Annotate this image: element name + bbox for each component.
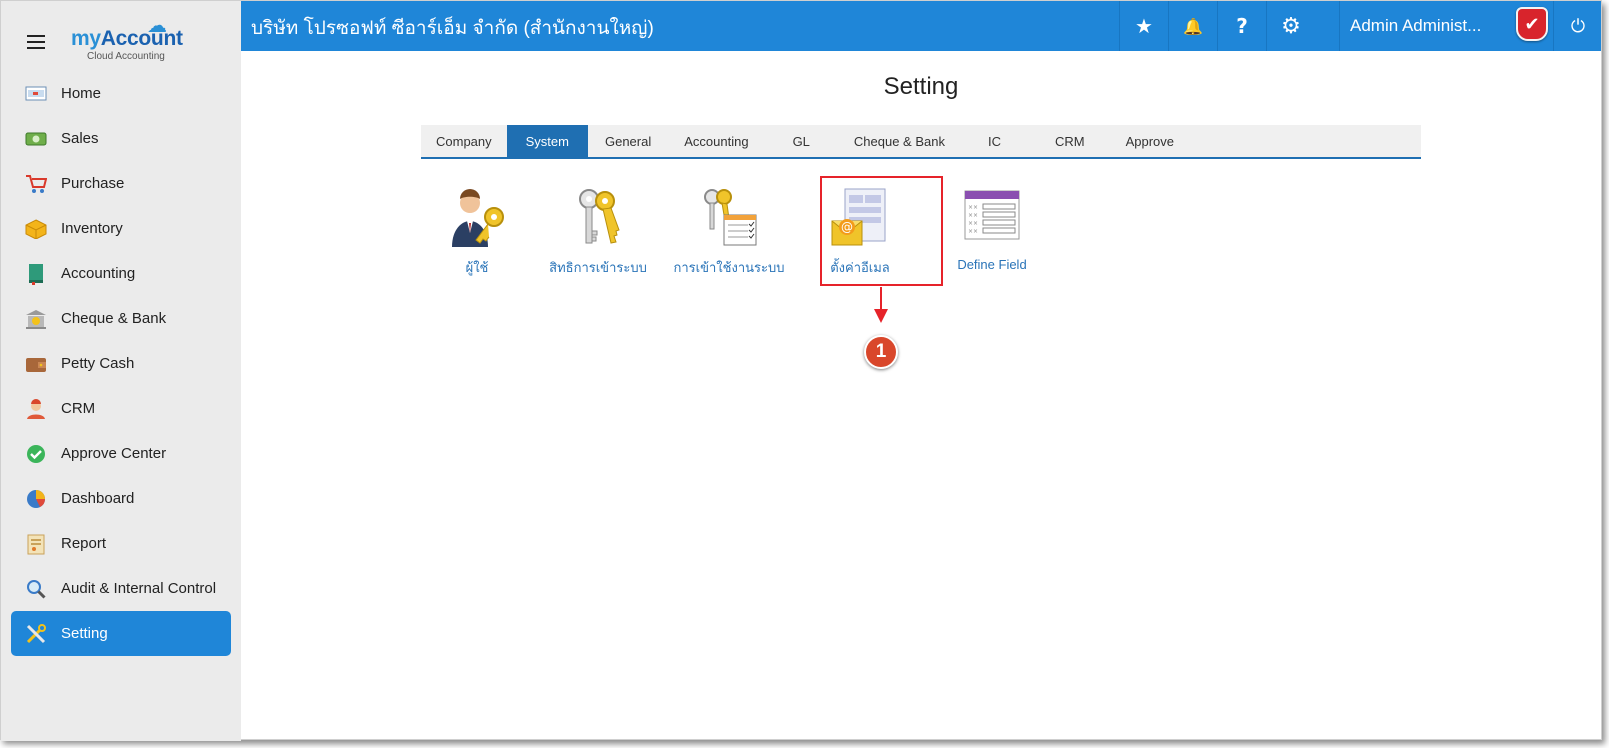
crm-icon — [25, 398, 47, 420]
brand-area: ☁ myAccount Cloud Accounting — [1, 1, 241, 71]
page-title: Setting — [883, 73, 959, 100]
logo-text: myAccount — [71, 27, 183, 50]
keys-checklist-icon — [698, 187, 760, 249]
svg-text:××: ×× — [968, 204, 978, 211]
wallet-icon — [25, 353, 47, 375]
sidebar-item-approve-center[interactable]: Approve Center — [11, 431, 231, 476]
pie-chart-icon — [25, 488, 47, 510]
notifications-button[interactable]: 🔔 — [1168, 1, 1217, 51]
highlight-box — [820, 176, 943, 286]
favorites-button[interactable]: ★ — [1119, 1, 1168, 51]
gear-icon: ⚙ — [1281, 13, 1301, 39]
main-content: Setting Company System General Accountin… — [241, 51, 1601, 739]
tab-gl[interactable]: GL — [765, 125, 838, 157]
sidebar-item-home[interactable]: Home — [11, 71, 231, 116]
cart-icon — [25, 173, 47, 195]
setting-item-users[interactable]: ผู้ใช้ — [412, 177, 542, 278]
svg-text:××: ×× — [968, 220, 978, 227]
sidebar-item-sales[interactable]: Sales — [11, 116, 231, 161]
sidebar-item-inventory[interactable]: Inventory — [11, 206, 231, 251]
company-name[interactable]: บริษัท โปรซอฟท์ ซีอาร์เอ็ม จำกัด (สำนักง… — [251, 13, 654, 43]
magnifier-icon — [25, 578, 47, 600]
power-icon: ⏻ — [1570, 15, 1586, 37]
tab-system[interactable]: System — [506, 125, 588, 157]
help-icon: ? — [1236, 14, 1248, 38]
check-circle-icon — [25, 443, 47, 465]
setting-item-system-access[interactable]: การเข้าใช้งานระบบ — [664, 177, 794, 278]
sidebar-item-audit[interactable]: Audit & Internal Control — [11, 566, 231, 611]
help-button[interactable]: ? — [1217, 1, 1266, 51]
setting-item-access-rights[interactable]: สิทธิการเข้าระบบ — [533, 177, 663, 278]
user-name: Admin Administ... — [1350, 16, 1482, 35]
user-menu[interactable]: Admin Administ... — [1339, 1, 1501, 51]
keys-icon — [567, 187, 629, 249]
sidebar: ☁ myAccount Cloud Accounting Home Sales … — [1, 1, 241, 741]
user-key-icon — [446, 187, 508, 249]
sidebar-item-crm[interactable]: CRM — [11, 386, 231, 431]
sidebar-item-purchase[interactable]: Purchase — [11, 161, 231, 206]
sidebar-item-accounting[interactable]: Accounting — [11, 251, 231, 296]
sidebar-item-setting[interactable]: Setting — [11, 611, 231, 656]
book-icon — [25, 263, 47, 285]
tab-company[interactable]: Company — [421, 125, 507, 157]
logout-button[interactable]: ⏻ — [1553, 1, 1602, 51]
tab-approve[interactable]: Approve — [1112, 125, 1188, 157]
tab-ic[interactable]: IC — [961, 125, 1028, 157]
setting-tabs: Company System General Accounting GL Che… — [421, 125, 1421, 159]
sidebar-item-cheque-bank[interactable]: Cheque & Bank — [11, 296, 231, 341]
callout-badge: 1 — [864, 335, 898, 369]
bell-icon: 🔔 — [1183, 16, 1203, 36]
box-icon — [25, 218, 47, 240]
report-icon — [25, 533, 47, 555]
form-fields-icon: ×× ×× ×× ×× — [961, 187, 1023, 249]
callout-arrow-head — [874, 309, 888, 323]
sidebar-item-dashboard[interactable]: Dashboard — [11, 476, 231, 521]
tab-general[interactable]: General — [588, 125, 668, 157]
app-window: ☁ myAccount Cloud Accounting Home Sales … — [0, 0, 1602, 741]
callout-arrow-line — [880, 287, 882, 311]
bank-icon — [25, 308, 47, 330]
sidebar-item-petty-cash[interactable]: Petty Cash — [11, 341, 231, 386]
logo[interactable]: ☁ myAccount Cloud Accounting — [69, 13, 199, 63]
home-icon — [25, 83, 47, 105]
sales-icon — [25, 128, 47, 150]
tools-icon — [25, 623, 47, 645]
security-shield-icon[interactable]: ✔ — [1516, 7, 1548, 41]
tab-cheque-bank[interactable]: Cheque & Bank — [838, 125, 961, 157]
tab-accounting[interactable]: Accounting — [668, 125, 764, 157]
tab-crm[interactable]: CRM — [1028, 125, 1112, 157]
sidebar-item-report[interactable]: Report — [11, 521, 231, 566]
svg-text:××: ×× — [968, 212, 978, 219]
menu-toggle-icon[interactable] — [27, 35, 45, 49]
star-icon: ★ — [1135, 14, 1153, 38]
sidebar-nav: Home Sales Purchase Inventory Accounting… — [1, 71, 241, 656]
settings-button[interactable]: ⚙ — [1266, 1, 1315, 51]
svg-text:××: ×× — [968, 228, 978, 235]
logo-tagline: Cloud Accounting — [87, 51, 165, 62]
setting-item-define-field[interactable]: ×× ×× ×× ×× Define Field — [927, 177, 1057, 272]
top-bar: บริษัท โปรซอฟท์ ซีอาร์เอ็ม จำกัด (สำนักง… — [241, 1, 1601, 51]
